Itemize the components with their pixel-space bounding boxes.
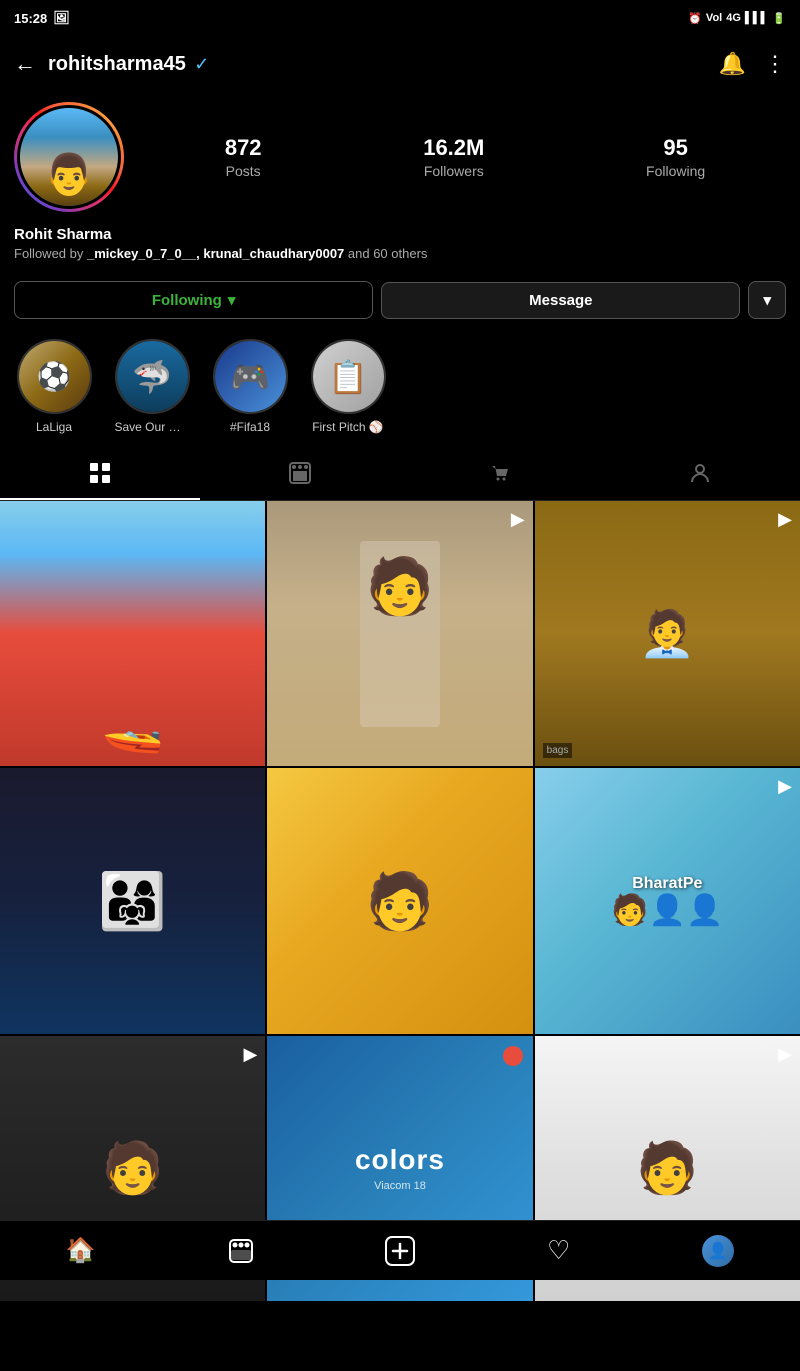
signal-icon: ▌▌▌ [745,12,768,24]
story-item-ocean[interactable]: 🦈 Save Our Oc... [112,339,192,434]
voi-icon: Vol [706,12,722,24]
story-circle-fifa: 🎮 [213,339,288,414]
fifa-image: 🎮 [215,341,286,412]
grid-item-5[interactable]: 🧑 [267,768,532,1033]
top-nav: ← rohitsharma45 ✓ 🔔 ⋮ [0,36,800,92]
followers-count: 16.2M [423,135,484,161]
followed-by-text: Followed by [14,246,87,261]
notification-bell-icon[interactable]: 🔔 [719,51,746,77]
add-icon [385,1236,415,1266]
avatar-image [20,108,118,206]
dropdown-button[interactable]: ▾ [748,281,786,319]
username-container: rohitsharma45 ✓ [48,53,209,76]
profile-nav-button[interactable]: 👤 [702,1235,734,1267]
grid-icon [89,462,111,484]
following-label: Following [646,163,705,179]
battery-icon: 🔋 [772,12,786,25]
verified-badge: ✓ [194,54,209,74]
video-indicator-3: ▶ [778,509,792,530]
stories-container: ⚽ LaLiga 🦈 Save Our Oc... 🎮 #Fifa18 📋 Fi… [0,329,800,448]
story-item-laliga[interactable]: ⚽ LaLiga [14,339,94,434]
followed-by-users[interactable]: _mickey_0_7_0__, krunal_chaudhary0007 [87,246,344,261]
following-chevron-icon: ▾ [228,291,236,309]
posts-stat[interactable]: 872 Posts [225,135,262,179]
story-item-fifa[interactable]: 🎮 #Fifa18 [210,339,290,434]
tab-shop[interactable] [400,448,600,500]
video-indicator-9: ▶ [778,1044,792,1065]
story-circle-laliga: ⚽ [17,339,92,414]
tab-tagged[interactable] [600,448,800,500]
profile-header: 872 Posts 16.2M Followers 95 Following [0,92,800,226]
message-button[interactable]: Message [381,282,740,319]
ocean-image: 🦈 [117,341,188,412]
network-icon: 4G [726,12,741,24]
reels-nav-button[interactable] [228,1238,254,1264]
story-label-ocean: Save Our Oc... [115,420,190,434]
status-bar: 15:28 🖼 ⏰ Vol 4G ▌▌▌ 🔋 [0,0,800,36]
profile-nav-icon: 👤 [708,1241,728,1261]
followers-label: Followers [424,163,484,179]
followed-by: Followed by _mickey_0_7_0__, krunal_chau… [14,246,786,261]
status-left: 15:28 🖼 [14,10,70,26]
following-count: 95 [663,135,687,161]
tab-reels[interactable] [200,448,400,500]
pitch-image: 📋 [313,341,384,412]
top-nav-right: 🔔 ⋮ [719,51,786,77]
add-post-button[interactable] [385,1236,415,1266]
posts-count: 872 [225,135,262,161]
grid-item-1[interactable]: 🚤 [0,501,265,766]
story-label-pitch: First Pitch ⚾ [312,420,384,434]
story-circle-pitch: 📋 [311,339,386,414]
reels-icon [289,462,311,484]
avatar [17,105,121,209]
grid-item-2[interactable]: 🧑 ▶ [267,501,532,766]
reels-nav-icon [228,1238,254,1264]
action-buttons: Following ▾ Message ▾ [0,271,800,329]
username-label: rohitsharma45 [48,53,186,75]
bottom-spacer [0,1301,800,1371]
grid-item-3[interactable]: 🧑‍💼 bags ▶ [535,501,800,766]
more-options-icon[interactable]: ⋮ [764,51,786,77]
story-label-fifa: #Fifa18 [230,420,270,434]
photo-grid: 🚤 🧑 ▶ 🧑‍💼 bags ▶ 👨‍👩‍👧 🧑 BharatPe 🧑👤👤 ▶ [0,501,800,1301]
grid-item-4[interactable]: 👨‍👩‍👧 [0,768,265,1033]
person-tag-icon [689,462,711,484]
following-button-label: Following [152,292,222,309]
profile-nav-avatar: 👤 [702,1235,734,1267]
likes-nav-button[interactable]: ♡ [547,1235,570,1266]
status-right: ⏰ Vol 4G ▌▌▌ 🔋 [688,12,786,25]
photo-icon: 🖼 [53,10,70,26]
story-label-laliga: LaLiga [36,420,72,434]
alarm-icon: ⏰ [688,12,702,25]
heart-icon: ♡ [547,1235,570,1266]
posts-label: Posts [226,163,261,179]
avatar-container[interactable] [14,102,124,212]
tab-grid[interactable] [0,448,200,500]
home-nav-button[interactable]: 🏠 [66,1236,96,1265]
video-indicator-7: ▶ [243,1044,257,1065]
followed-by-suffix: and 60 others [344,246,427,261]
profile-info: Rohit Sharma Followed by _mickey_0_7_0__… [0,226,800,271]
stats-container: 872 Posts 16.2M Followers 95 Following [144,135,786,179]
tabs-container [0,448,800,501]
bottom-nav: 🏠 ♡ 👤 [0,1220,800,1280]
back-button[interactable]: ← [14,51,36,77]
video-indicator-2: ▶ [511,509,525,530]
video-indicator-6: ▶ [778,776,792,797]
grid-item-6[interactable]: BharatPe 🧑👤👤 ▶ [535,768,800,1033]
top-nav-left: ← rohitsharma45 ✓ [14,51,209,77]
story-item-pitch[interactable]: 📋 First Pitch ⚾ [308,339,388,434]
following-button[interactable]: Following ▾ [14,281,373,319]
status-time: 15:28 [14,11,47,26]
shop-icon [489,462,511,484]
following-stat[interactable]: 95 Following [646,135,705,179]
home-icon: 🏠 [66,1236,96,1265]
story-circle-ocean: 🦈 [115,339,190,414]
profile-name: Rohit Sharma [14,226,786,243]
followers-stat[interactable]: 16.2M Followers [423,135,484,179]
laliga-image: ⚽ [19,341,90,412]
